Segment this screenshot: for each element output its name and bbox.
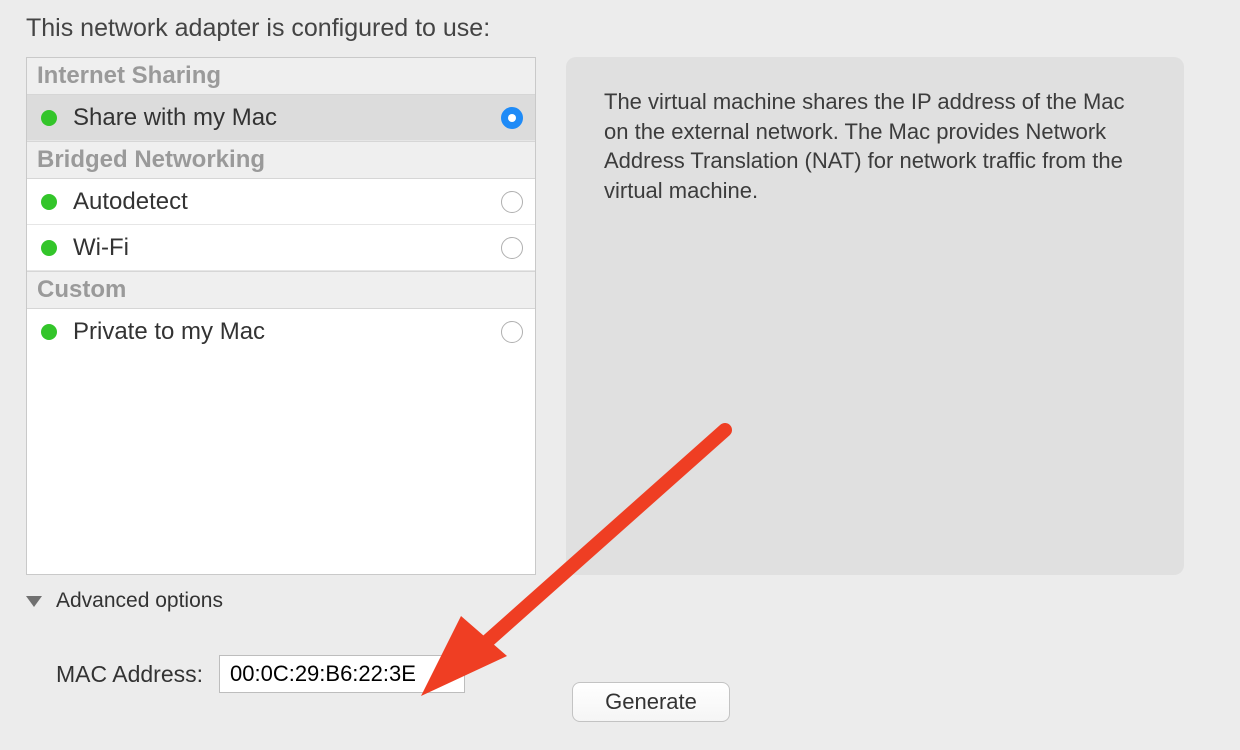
mac-address-input[interactable] [219, 655, 465, 693]
status-dot-icon [41, 110, 57, 126]
section-header-internet-sharing: Internet Sharing [27, 58, 535, 95]
description-panel: The virtual machine shares the IP addres… [566, 57, 1184, 575]
mac-address-label: MAC Address: [56, 661, 203, 688]
network-mode-list: Internet Sharing Share with my Mac Bridg… [26, 57, 536, 575]
section-header-bridged: Bridged Networking [27, 141, 535, 179]
row-label: Wi-Fi [73, 234, 501, 262]
page-title: This network adapter is configured to us… [26, 14, 1214, 43]
row-label: Private to my Mac [73, 318, 501, 346]
section-header-custom: Custom [27, 271, 535, 309]
row-share-with-my-mac[interactable]: Share with my Mac [27, 95, 535, 141]
advanced-options-toggle[interactable]: Advanced options [24, 589, 1214, 613]
description-text: The virtual machine shares the IP addres… [604, 87, 1146, 206]
row-autodetect[interactable]: Autodetect [27, 179, 535, 225]
status-dot-icon [41, 240, 57, 256]
disclosure-triangle-icon [26, 596, 42, 607]
radio-private-to-my-mac[interactable] [501, 321, 523, 343]
radio-share-with-my-mac[interactable] [501, 107, 523, 129]
row-wifi[interactable]: Wi-Fi [27, 225, 535, 271]
radio-wifi[interactable] [501, 237, 523, 259]
status-dot-icon [41, 324, 57, 340]
status-dot-icon [41, 194, 57, 210]
row-private-to-my-mac[interactable]: Private to my Mac [27, 309, 535, 355]
advanced-options-label: Advanced options [56, 589, 223, 613]
generate-button[interactable]: Generate [572, 682, 730, 722]
row-label: Autodetect [73, 188, 501, 216]
radio-autodetect[interactable] [501, 191, 523, 213]
row-label: Share with my Mac [73, 104, 501, 132]
